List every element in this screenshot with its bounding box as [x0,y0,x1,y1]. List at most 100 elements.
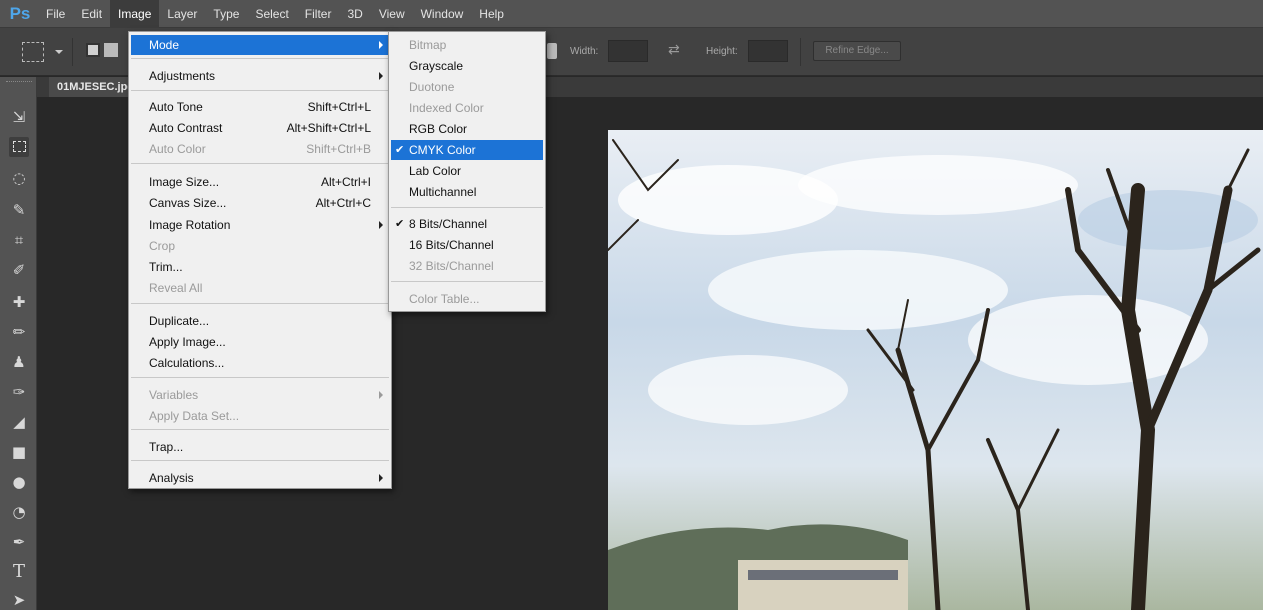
submenu-arrow-icon [379,221,383,229]
photo-scene [608,139,1261,610]
type-icon[interactable]: T [9,562,29,582]
menu-item-label: Bitmap [409,38,447,52]
menu-separator [131,460,389,461]
mode-submenu: Bitmap Grayscale Duotone Indexed Color R… [388,31,546,312]
menu-item-32-bits: 32 Bits/Channel [391,256,543,276]
refine-edge-button[interactable]: Refine Edge... [813,41,901,61]
menu-item-canvas-size[interactable]: Canvas Size... Alt+Ctrl+C [131,193,389,213]
menu-file[interactable]: File [38,0,73,28]
menu-item-image-size[interactable]: Image Size... Alt+Ctrl+I [131,172,389,192]
menu-item-shortcut: Shift+Ctrl+L [307,100,371,114]
menu-window[interactable]: Window [413,0,472,28]
menu-type[interactable]: Type [205,0,247,28]
menu-item-auto-tone[interactable]: Auto Tone Shift+Ctrl+L [131,97,389,117]
menu-separator [131,90,389,91]
menu-separator [131,58,389,59]
menu-item-label: Trim... [149,260,183,274]
menu-separator [131,429,389,430]
width-field[interactable] [608,40,648,62]
menu-item-label: Canvas Size... [149,196,227,210]
menu-item-label: 32 Bits/Channel [409,259,494,273]
menu-help[interactable]: Help [471,0,512,28]
path-select-icon[interactable]: ➤ [9,590,29,610]
menu-item-label: Grayscale [409,59,464,73]
healing-brush-icon[interactable]: ✚ [9,292,29,312]
menu-item-rgb-color[interactable]: RGB Color [391,119,543,139]
menu-item-trim[interactable]: Trim... [131,257,389,277]
height-field[interactable] [748,40,788,62]
menu-item-grayscale[interactable]: Grayscale [391,56,543,76]
menu-item-shortcut: Alt+Ctrl+I [320,175,371,189]
menu-item-bitmap: Bitmap [391,35,543,55]
menu-item-variables: Variables [131,385,389,405]
menu-item-image-rotation[interactable]: Image Rotation [131,215,389,235]
menu-item-multichannel[interactable]: Multichannel [391,182,543,202]
menu-view[interactable]: View [371,0,413,28]
width-label: Width: [570,46,599,57]
anti-alias-spinner-icon[interactable] [547,43,557,59]
lasso-icon[interactable]: ◌ [9,168,29,188]
menu-item-16-bits[interactable]: 16 Bits/Channel [391,235,543,255]
menu-item-reveal-all: Reveal All [131,278,389,298]
history-brush-icon[interactable]: ✑ [9,382,29,402]
menu-layer[interactable]: Layer [159,0,205,28]
add-selection-icon[interactable] [104,43,118,57]
menu-item-adjustments[interactable]: Adjustments [131,66,389,86]
menu-item-cmyk-color[interactable]: ✔ CMYK Color [391,140,543,160]
pen-icon[interactable]: ✒ [9,532,29,552]
marquee-icon[interactable] [9,137,29,157]
menu-item-calculations[interactable]: Calculations... [131,353,389,373]
menu-item-trap[interactable]: Trap... [131,437,389,457]
menu-edit[interactable]: Edit [73,0,110,28]
menu-filter[interactable]: Filter [297,0,340,28]
menu-separator [391,207,543,208]
menu-item-indexed-color: Indexed Color [391,98,543,118]
menu-item-lab-color[interactable]: Lab Color [391,161,543,181]
menu-item-label: Indexed Color [409,101,484,115]
menu-item-shortcut: Alt+Ctrl+C [315,196,371,210]
menu-item-duplicate[interactable]: Duplicate... [131,311,389,331]
menu-item-apply-data-set: Apply Data Set... [131,406,389,426]
menu-item-mode[interactable]: Mode [131,35,389,55]
menu-item-label: 8 Bits/Channel [409,217,488,231]
move-icon[interactable]: ⇲ [9,107,29,127]
chevron-down-icon[interactable] [55,50,63,54]
tool-preset-icon[interactable] [22,42,44,62]
menu-item-apply-image[interactable]: Apply Image... [131,332,389,352]
menu-separator [131,303,389,304]
quick-select-icon[interactable]: ✎ [9,200,29,220]
menu-item-label: Auto Contrast [149,121,223,135]
menu-item-label: 16 Bits/Channel [409,238,494,252]
menu-item-label: Reveal All [149,281,203,295]
swap-icon[interactable]: ⇄ [668,42,680,58]
crop-icon[interactable]: ⌗ [9,230,29,250]
menu-item-label: Multichannel [409,185,477,199]
menu-item-auto-color: Auto Color Shift+Ctrl+B [131,139,389,159]
dodge-icon[interactable]: ◔ [9,502,29,522]
toolbox-grip[interactable] [6,81,32,83]
menu-item-label: Mode [149,38,180,52]
menu-select[interactable]: Select [247,0,296,28]
clone-stamp-icon[interactable]: ♟ [9,352,29,372]
blur-icon[interactable]: ● [9,472,29,492]
menu-item-8-bits[interactable]: ✔ 8 Bits/Channel [391,214,543,234]
document-tab[interactable]: 01MJESEC.jpg [49,77,139,97]
menu-item-auto-contrast[interactable]: Auto Contrast Alt+Shift+Ctrl+L [131,118,389,138]
menu-item-label: Auto Tone [149,100,203,114]
menu-item-analysis[interactable]: Analysis [131,468,389,488]
image-menu: Mode Adjustments Auto Tone Shift+Ctrl+L A… [128,31,392,489]
menu-separator [131,163,389,164]
menu-3d[interactable]: 3D [339,0,370,28]
gradient-icon[interactable]: ■ [9,442,29,462]
document-photo[interactable] [608,130,1263,610]
menu-item-label: Adjustments [149,69,216,83]
menu-item-label: Duotone [409,80,455,94]
menu-image[interactable]: Image [110,0,160,28]
brush-icon[interactable]: ✏ [9,322,29,342]
menu-item-label: RGB Color [409,122,468,136]
menu-item-label: Image Size... [149,175,220,189]
submenu-arrow-icon [379,41,383,49]
eraser-icon[interactable]: ◢ [9,412,29,432]
new-selection-icon[interactable] [86,43,100,57]
eyedropper-icon[interactable]: ✐ [9,260,29,280]
